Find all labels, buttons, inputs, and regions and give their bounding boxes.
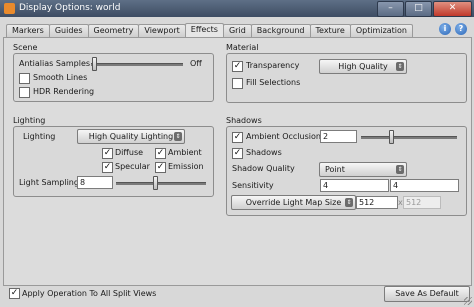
shadows-group: ✓ Ambient Occlusion 2 ✓ Shadows Shadow Q… — [226, 126, 467, 216]
ambient-occlusion-checkbox[interactable]: ✓ — [232, 132, 243, 143]
houdini-app-icon — [4, 3, 15, 14]
tab-geometry[interactable]: Geometry — [87, 24, 140, 37]
sensitivity-field-2[interactable]: 4 — [390, 179, 459, 192]
close-button[interactable]: ✕ — [433, 1, 472, 17]
transparency-checkbox[interactable]: ✓ — [232, 61, 243, 72]
resize-grip-icon[interactable] — [464, 297, 472, 305]
tab-viewport[interactable]: Viewport — [138, 24, 186, 37]
shadows-label: Shadows — [246, 148, 282, 157]
title-bar[interactable]: Display Options: world – □ ✕ — [0, 0, 474, 17]
help-icon[interactable]: ? — [455, 23, 467, 35]
ambient-occlusion-slider-track[interactable] — [361, 136, 457, 139]
transparency-quality-dropdown[interactable]: High Quality ⇕ — [319, 59, 407, 74]
tab-guides[interactable]: Guides — [48, 24, 89, 37]
shadows-group-title: Shadows — [226, 116, 262, 125]
lighting-mode-dropdown[interactable]: High Quality Lighting ⇕ — [77, 129, 185, 144]
shadow-quality-dropdown[interactable]: Point ⇕ — [319, 162, 407, 177]
tab-bar: Markers Guides Geometry Viewport Effects… — [6, 23, 413, 38]
chevron-updown-icon: ⇕ — [174, 132, 182, 141]
shadow-quality-value: Point — [325, 165, 345, 174]
lighting-group: Lighting High Quality Lighting ⇕ ✓ Diffu… — [13, 126, 214, 197]
light-sampling-field[interactable]: 8 — [77, 176, 113, 189]
save-as-default-button[interactable]: Save As Default — [384, 286, 470, 302]
tab-effects[interactable]: Effects — [184, 23, 224, 37]
maximize-button[interactable]: □ — [405, 1, 432, 17]
antialias-value: Off — [190, 59, 202, 68]
ambient-occlusion-label: Ambient Occlusion — [246, 132, 321, 141]
transparency-label: Transparency — [246, 61, 300, 70]
apply-all-views-checkbox[interactable]: ✓ — [9, 288, 20, 299]
smooth-lines-label: Smooth Lines — [33, 73, 88, 82]
ambient-occlusion-field[interactable]: 2 — [320, 130, 357, 143]
shadows-checkbox[interactable]: ✓ — [232, 148, 243, 159]
tab-optimization[interactable]: Optimization — [349, 24, 413, 37]
tab-background[interactable]: Background — [250, 24, 311, 37]
display-options-window: Display Options: world – □ ✕ Markers Gui… — [0, 0, 474, 307]
light-sampling-label: Light Sampling — [19, 178, 79, 187]
antialias-samples-label: Antialias Samples — [19, 59, 91, 68]
lighting-group-title: Lighting — [13, 116, 46, 125]
ambient-occlusion-slider-handle[interactable] — [389, 130, 394, 144]
minimize-button[interactable]: – — [377, 1, 404, 17]
shadow-quality-label: Shadow Quality — [232, 164, 295, 173]
light-map-size-field-2: 512 — [403, 196, 441, 209]
light-sampling-slider-track[interactable] — [116, 182, 206, 185]
emission-label: Emission — [168, 162, 204, 171]
tab-grid[interactable]: Grid — [222, 24, 252, 37]
light-map-size-field-1[interactable]: 512 — [356, 196, 398, 209]
chevron-updown-icon: ⇕ — [345, 198, 353, 207]
hdr-rendering-checkbox[interactable] — [19, 87, 30, 98]
hdr-rendering-label: HDR Rendering — [33, 87, 95, 96]
diffuse-checkbox[interactable]: ✓ — [102, 148, 113, 159]
sensitivity-label: Sensitivity — [232, 181, 274, 190]
light-map-mode-value: Override Light Map Size — [245, 198, 342, 207]
fill-selections-checkbox[interactable] — [232, 78, 243, 89]
ambient-label: Ambient — [168, 148, 202, 157]
light-map-mode-dropdown[interactable]: Override Light Map Size ⇕ — [231, 195, 356, 210]
diffuse-label: Diffuse — [115, 148, 144, 157]
specular-label: Specular — [115, 162, 150, 171]
transparency-quality-value: High Quality — [338, 62, 388, 71]
chevron-updown-icon: ⇕ — [396, 62, 404, 71]
lighting-label: Lighting — [23, 132, 56, 141]
antialias-slider-handle[interactable] — [92, 57, 97, 71]
apply-all-views-label: Apply Operation To All Split Views — [22, 289, 157, 298]
specular-checkbox[interactable]: ✓ — [102, 162, 113, 173]
scene-group-title: Scene — [13, 43, 38, 52]
lighting-mode-value: High Quality Lighting — [88, 132, 174, 141]
scene-group: Antialias Samples Off Smooth Lines HDR R… — [13, 53, 214, 102]
info-icon[interactable]: i — [439, 23, 451, 35]
ambient-checkbox[interactable]: ✓ — [155, 148, 166, 159]
smooth-lines-checkbox[interactable] — [19, 73, 30, 84]
tab-texture[interactable]: Texture — [309, 24, 351, 37]
tab-markers[interactable]: Markers — [6, 24, 50, 37]
material-group-title: Material — [226, 43, 259, 52]
material-group: ✓ Transparency High Quality ⇕ Fill Selec… — [226, 53, 467, 103]
light-sampling-slider-handle[interactable] — [153, 176, 158, 190]
window-title: Display Options: world — [19, 3, 121, 13]
fill-selections-label: Fill Selections — [246, 78, 301, 87]
chevron-updown-icon: ⇕ — [396, 165, 404, 174]
emission-checkbox[interactable]: ✓ — [155, 162, 166, 173]
effects-panel: Scene Antialias Samples Off Smooth Lines… — [3, 37, 472, 286]
sensitivity-field-1[interactable]: 4 — [320, 179, 389, 192]
antialias-slider-track[interactable] — [91, 63, 183, 66]
